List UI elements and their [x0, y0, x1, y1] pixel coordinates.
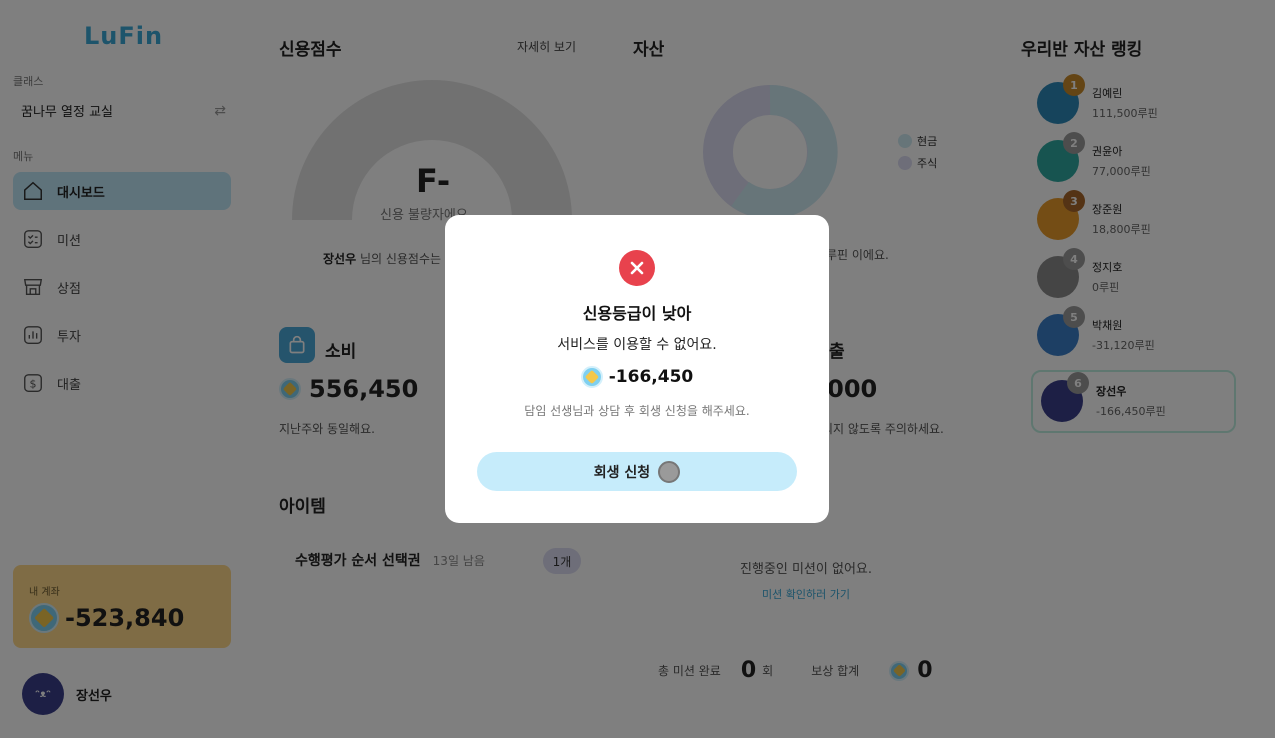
credit-warning-dialog: 신용등급이 낮아 서비스를 이용할 수 없어요. -166,450 담임 선생님…: [445, 215, 829, 523]
button-label: 회생 신청: [593, 464, 651, 481]
dialog-title: 신용등급이 낮아: [582, 304, 692, 323]
dialog-amount-value: -166,450: [608, 367, 694, 387]
error-icon: [619, 250, 655, 286]
dialog-message: 서비스를 이용할 수 없어요.: [557, 337, 717, 353]
rehabilitation-request-button[interactable]: 회생 신청: [477, 452, 797, 491]
coin-icon: [658, 460, 681, 483]
coin-icon: [580, 366, 603, 388]
dialog-amount: -166,450: [445, 366, 829, 388]
dialog-hint: 담임 선생님과 상담 후 회생 신청을 해주세요.: [524, 404, 750, 418]
